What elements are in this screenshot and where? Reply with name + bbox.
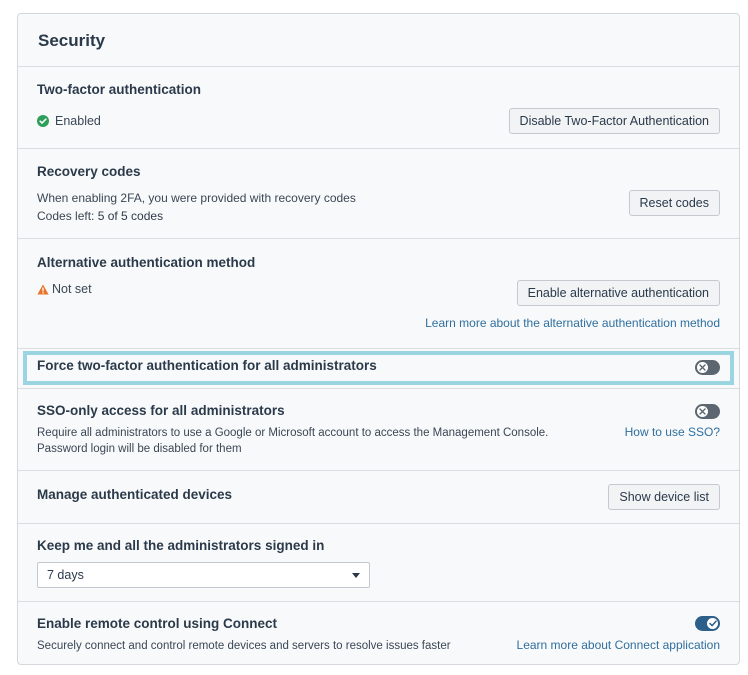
recovery-codes-count: Codes left: 5 of 5 codes [37, 207, 163, 225]
panel-title: Security [38, 31, 106, 50]
how-to-use-sso-link[interactable]: How to use SSO? [625, 425, 720, 439]
keep-signed-in-title: Keep me and all the administrators signe… [37, 538, 325, 553]
codes-left-value: 5 of 5 codes [97, 209, 164, 223]
keep-signed-in-select[interactable]: 7 days [37, 562, 370, 588]
caret-down-icon [352, 573, 360, 578]
remote-control-title: Enable remote control using Connect [37, 616, 278, 631]
force-two-factor-toggle[interactable] [695, 360, 720, 375]
panel-header: Security [18, 14, 739, 67]
sso-section: SSO-only access for all administrators R… [18, 389, 739, 471]
x-icon [699, 408, 706, 415]
codes-left-label: Codes left: [37, 209, 98, 223]
toggle-knob [697, 362, 708, 373]
keep-signed-in-section: Keep me and all the administrators signe… [18, 524, 739, 602]
alternative-auth-status: Not set [37, 282, 92, 296]
alternative-auth-title: Alternative authentication method [37, 255, 256, 270]
remote-control-description: Securely connect and control remote devi… [37, 640, 451, 652]
show-device-list-button[interactable]: Show device list [608, 484, 720, 510]
recovery-codes-section: Recovery codes When enabling 2FA, you we… [18, 149, 739, 239]
sso-description-line2: Password login will be disabled for them [37, 443, 242, 455]
toggle-knob [707, 618, 718, 629]
security-panel: Security Two-factor authentication Enabl… [17, 13, 740, 665]
alternative-auth-section: Alternative authentication method Not se… [18, 239, 739, 349]
enable-alternative-auth-button[interactable]: Enable alternative authentication [516, 280, 720, 306]
two-factor-title: Two-factor authentication [37, 82, 201, 97]
check-icon [708, 620, 717, 627]
toggle-knob [697, 406, 708, 417]
check-circle-icon [37, 115, 49, 127]
remote-control-section: Enable remote control using Connect Secu… [18, 602, 739, 664]
recovery-codes-title: Recovery codes [37, 164, 141, 179]
warning-triangle-icon [37, 284, 49, 294]
disable-two-factor-button[interactable]: Disable Two-Factor Authentication [508, 108, 720, 134]
two-factor-section: Two-factor authentication Enabled Disabl… [18, 67, 739, 149]
force-two-factor-title: Force two-factor authentication for all … [37, 358, 377, 373]
devices-title: Manage authenticated devices [37, 487, 233, 502]
reset-codes-button[interactable]: Reset codes [628, 190, 720, 216]
two-factor-status-label: Enabled [55, 114, 101, 128]
keep-signed-in-value: 7 days [47, 568, 84, 582]
connect-learn-more-link[interactable]: Learn more about Connect application [517, 638, 720, 652]
recovery-codes-description: When enabling 2FA, you were provided wit… [37, 191, 356, 205]
devices-section: Manage authenticated devices Show device… [18, 471, 739, 524]
force-two-factor-section: Force two-factor authentication for all … [18, 349, 739, 389]
sso-toggle[interactable] [695, 404, 720, 419]
sso-title: SSO-only access for all administrators [37, 403, 285, 418]
two-factor-status: Enabled [37, 114, 101, 128]
alternative-auth-status-label: Not set [52, 282, 92, 296]
remote-control-toggle[interactable] [695, 616, 720, 631]
x-icon [699, 364, 706, 371]
alternative-auth-learn-more-link[interactable]: Learn more about the alternative authent… [425, 316, 720, 330]
